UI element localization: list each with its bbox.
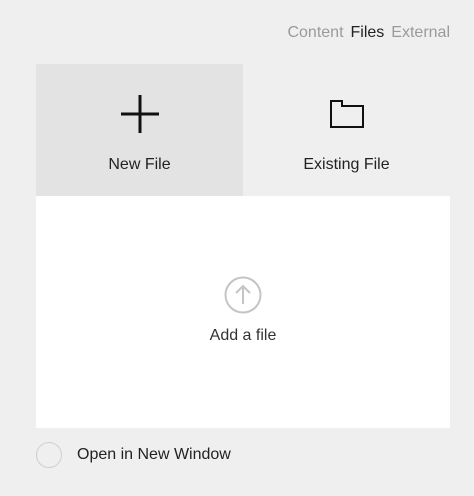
plus-icon [36, 94, 243, 134]
open-in-new-window-label: Open in New Window [77, 446, 231, 463]
open-in-new-window-radio[interactable] [36, 442, 62, 468]
file-dropzone[interactable]: Add a file [36, 196, 450, 428]
new-file-label: New File [108, 156, 171, 173]
source-tabs: Content Files External [287, 24, 450, 42]
new-file-option[interactable]: New File [36, 64, 243, 196]
upload-arrow-icon [224, 276, 262, 319]
tab-content[interactable]: Content [287, 24, 343, 42]
tab-external[interactable]: External [391, 24, 450, 42]
open-in-new-window-toggle[interactable]: Open in New Window [36, 442, 231, 468]
file-source-options: New File Existing File [36, 64, 450, 196]
existing-file-label: Existing File [303, 156, 390, 173]
tab-files[interactable]: Files [351, 24, 385, 42]
dropzone-label: Add a file [209, 327, 277, 344]
folder-icon [243, 94, 450, 134]
existing-file-option[interactable]: Existing File [243, 64, 450, 196]
